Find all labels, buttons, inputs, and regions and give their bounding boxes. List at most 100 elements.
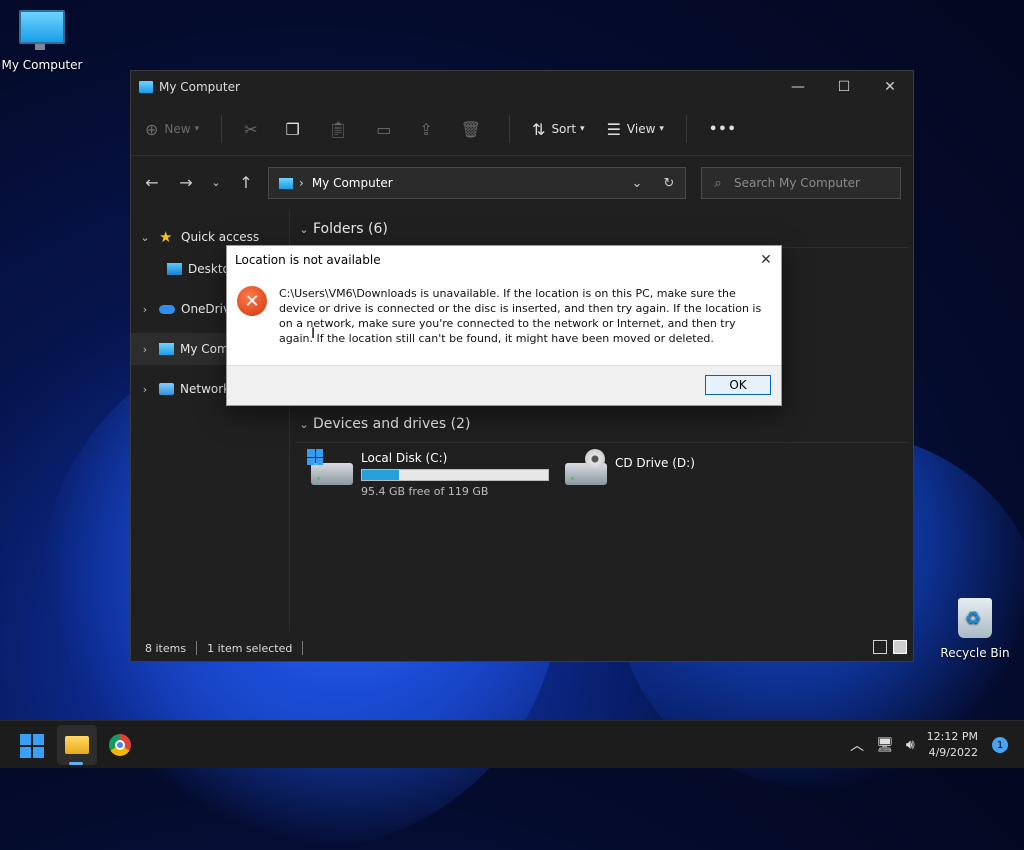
dialog-footer: OK (227, 365, 781, 405)
search-icon: ⌕ (714, 175, 722, 191)
up-arrow-icon[interactable]: ↑ (229, 173, 263, 192)
devices-section-header[interactable]: ⌄ Devices and drives (2) (295, 406, 909, 443)
section-title: Devices and drives (2) (313, 416, 471, 432)
drive-name: Local Disk (C:) (361, 451, 448, 465)
large-icons-view-icon[interactable] (893, 640, 907, 654)
notification-badge[interactable]: 1 (992, 737, 1008, 753)
chevron-up-icon[interactable]: ︿ (850, 735, 864, 755)
desktop-icon-recycle-bin[interactable]: ♻ Recycle Bin (933, 598, 1017, 660)
cut-button[interactable]: ✂ (244, 120, 263, 139)
copy-button[interactable]: ❐ (286, 120, 306, 139)
search-placeholder: Search My Computer (734, 176, 860, 190)
dialog-body: ✕ C:\Users\VM6\Downloads is unavailable.… (227, 274, 781, 364)
folder-icon (65, 736, 89, 754)
drive-local-disk-c[interactable]: Local Disk (C:) 95.4 GB free of 119 GB (307, 449, 549, 498)
star-icon: ★ (159, 228, 173, 246)
chrome-icon (109, 734, 131, 756)
hard-drive-icon (307, 449, 353, 485)
system-tray: ︿ 🖥︎ 🔊︎ 12:12 PM 4/9/2022 1 (850, 721, 1024, 769)
share-button[interactable]: ⇪ (419, 120, 438, 139)
active-app-indicator (69, 762, 83, 765)
mouse-cursor-icon: I (311, 326, 316, 342)
recycle-bin-icon: ♻ (958, 598, 992, 638)
taskbar: ︿ 🖥︎ 🔊︎ 12:12 PM 4/9/2022 1 (0, 720, 1024, 768)
delete-button[interactable]: 🗑︎ (461, 120, 487, 139)
chevron-down-icon: ▾ (194, 124, 200, 134)
details-view-icon[interactable] (873, 640, 887, 654)
rename-button[interactable]: ▭ (376, 120, 397, 139)
sort-label: Sort (551, 122, 577, 136)
disc-icon (585, 449, 605, 469)
ok-button[interactable]: OK (705, 375, 771, 395)
clipboard-icon: 📋︎ (327, 119, 349, 139)
desktop-icon-label: Recycle Bin (940, 646, 1010, 660)
window-title: My Computer (159, 80, 240, 94)
chevron-right-icon[interactable]: › (131, 383, 159, 396)
cd-drive-icon (565, 449, 607, 485)
breadcrumb[interactable]: My Computer (312, 176, 621, 190)
dialog-close-button[interactable]: ✕ (751, 252, 781, 268)
view-button[interactable]: ☰ View ▾ (607, 120, 664, 139)
paste-button[interactable]: 📋︎ (328, 120, 354, 139)
drive-usage-fill (362, 470, 400, 480)
chevron-right-icon[interactable]: › (131, 303, 159, 316)
cloud-icon (159, 304, 175, 314)
chevron-down-icon[interactable]: ⌄ (621, 176, 653, 191)
view-list-icon: ☰ (606, 119, 621, 139)
folders-section-header[interactable]: ⌄ Folders (6) (295, 211, 909, 248)
network-status-icon[interactable]: 🖥︎ (876, 737, 894, 753)
desktop-icon-label: My Computer (1, 58, 83, 72)
sort-button[interactable]: ⇅ Sort ▾ (532, 120, 585, 139)
computer-icon (139, 81, 153, 93)
chevron-down-icon: ▾ (659, 124, 664, 134)
desktop-icon-my-computer[interactable]: My Computer (0, 10, 84, 72)
clock[interactable]: 12:12 PM 4/9/2022 (927, 729, 978, 761)
command-bar: ⊕ New ▾ ✂ ❐ 📋︎ ▭ ⇪ 🗑︎ ⇅ Sort ▾ ☰ View ▾ … (131, 103, 913, 156)
maximize-button[interactable]: ☐ (821, 71, 867, 103)
drive-free-space: 95.4 GB free of 119 GB (361, 485, 489, 498)
chevron-right-icon[interactable]: › (131, 343, 159, 356)
clock-date: 4/9/2022 (928, 746, 978, 759)
forward-arrow-icon[interactable]: → (169, 173, 203, 192)
recent-locations-chevron-icon[interactable]: ⌄ (203, 176, 229, 189)
new-button[interactable]: ⊕ New ▾ (145, 120, 199, 139)
dialog-title-bar[interactable]: Location is not available ✕ (227, 246, 781, 274)
toolbar-separator (509, 115, 511, 143)
volume-icon[interactable]: 🔊︎ (906, 737, 915, 753)
back-arrow-icon[interactable]: ← (135, 173, 169, 192)
desktop-icon (167, 263, 182, 275)
selection-count: 1 item selected (207, 641, 293, 655)
new-label: New (164, 122, 191, 136)
chevron-down-icon[interactable]: ⌄ (131, 231, 159, 244)
breadcrumb-chevron-icon: › (299, 176, 304, 190)
more-icon: ••• (708, 121, 737, 137)
view-label: View (626, 122, 656, 136)
close-button[interactable]: ✕ (867, 71, 913, 103)
minimize-button[interactable]: — (775, 71, 821, 103)
copy-icon: ❐ (285, 119, 300, 139)
chevron-down-icon[interactable]: ⌄ (295, 223, 313, 236)
drive-cd-d[interactable]: CD Drive (D:) (565, 449, 695, 485)
chevron-down-icon[interactable]: ⌄ (295, 418, 313, 431)
status-separator (196, 641, 198, 655)
toolbar-separator (685, 115, 687, 143)
search-box[interactable]: ⌕ Search My Computer (701, 167, 901, 199)
computer-icon (19, 10, 65, 50)
trash-icon: 🗑︎ (460, 119, 482, 139)
error-dialog: Location is not available ✕ ✕ C:\Users\V… (226, 245, 782, 406)
more-options-button[interactable]: ••• (709, 122, 737, 137)
address-bar[interactable]: › My Computer ⌄ ↻ (268, 167, 686, 199)
network-icon (159, 383, 174, 395)
refresh-icon[interactable]: ↻ (653, 176, 685, 191)
title-bar[interactable]: My Computer — ☐ ✕ (131, 71, 913, 103)
clock-time: 12:12 PM (926, 730, 978, 743)
taskbar-file-explorer[interactable] (57, 725, 97, 765)
taskbar-chrome[interactable] (100, 725, 140, 765)
scissors-icon: ✂ (244, 119, 258, 139)
error-icon: ✕ (237, 286, 267, 316)
toolbar-separator (221, 115, 223, 143)
start-button[interactable] (20, 734, 44, 758)
sort-icon: ⇅ (532, 119, 546, 139)
plus-circle-icon: ⊕ (145, 119, 159, 139)
section-title: Folders (6) (313, 221, 388, 237)
